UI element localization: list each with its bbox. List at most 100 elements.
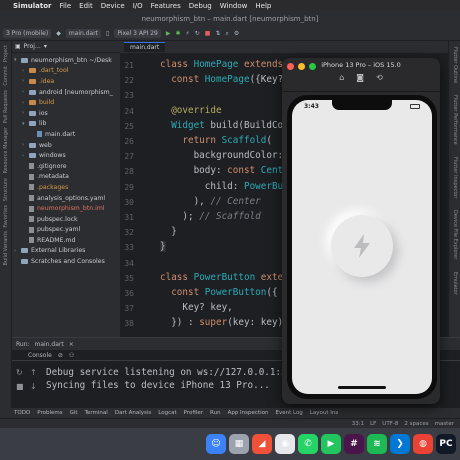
launchpad-icon[interactable]: ▦	[229, 434, 249, 454]
menu-io[interactable]: I/O	[133, 2, 143, 10]
tree-item[interactable]: .gitignore	[12, 161, 120, 172]
run-config-selector[interactable]: main.dart	[65, 29, 102, 38]
status-encoding[interactable]: UTF-8	[382, 421, 398, 427]
hot-restart-icon[interactable]: ↻	[195, 30, 200, 37]
tree-item[interactable]: › ios	[12, 108, 120, 119]
git-icon[interactable]: ⇅	[215, 30, 220, 37]
menu-debug[interactable]: Debug	[189, 2, 212, 10]
tree-item[interactable]: › web	[12, 140, 120, 151]
strip-flutter-outline[interactable]: Flutter Outline	[452, 47, 458, 83]
strip-resource-manager[interactable]: Resource Manager	[3, 127, 9, 173]
tree-item[interactable]: › .dart_tool	[12, 66, 120, 77]
tree-item[interactable]: analysis_options.yaml	[12, 193, 120, 204]
status-line-sep[interactable]: LF	[370, 421, 376, 427]
tree-item[interactable]: .metadata	[12, 172, 120, 183]
settings-icon[interactable]: ⚙	[234, 30, 239, 37]
tw-todo[interactable]: TODO	[14, 410, 30, 416]
menu-features[interactable]: Features	[151, 2, 181, 10]
tree-item[interactable]: › build	[12, 97, 120, 108]
down-arrow-icon[interactable]: ↓	[30, 382, 37, 391]
whatsapp-icon[interactable]: ✆	[298, 434, 318, 454]
tw-profiler[interactable]: Profiler	[184, 410, 203, 416]
tree-item[interactable]: ▾ neumorphism_btn ~/Desk	[12, 55, 120, 66]
strip-pull-requests[interactable]: Pull Requests	[3, 90, 9, 123]
menu-help[interactable]: Help	[255, 2, 271, 10]
chevron-down-icon[interactable]: ▾	[14, 57, 21, 63]
tw-event-log[interactable]: Event Log	[275, 410, 302, 416]
tree-item[interactable]: › External Libraries	[12, 246, 120, 257]
tree-item[interactable]: neumorphism_btn.iml	[12, 203, 120, 214]
tree-item[interactable]: main.dart	[12, 129, 120, 140]
stop-icon[interactable]: ■	[205, 30, 211, 37]
strip-favorites[interactable]: Favorites	[3, 205, 9, 228]
chevron-down-icon[interactable]: ▾	[22, 121, 29, 127]
screenshot-icon[interactable]: ◙	[356, 73, 364, 82]
chevron-right-icon[interactable]: ›	[22, 100, 29, 106]
tw-logcat[interactable]: Logcat	[158, 410, 176, 416]
tw-dart-analysis[interactable]: Dart Analysis	[115, 410, 151, 416]
inspector-icon[interactable]: ⚇	[69, 352, 74, 359]
trash-icon[interactable]: ⊘	[58, 352, 63, 359]
debug-icon[interactable]: ✱	[176, 30, 181, 37]
tree-item[interactable]: › windows	[12, 150, 120, 161]
strip-commit[interactable]: Commit	[3, 66, 9, 86]
home-icon[interactable]: ⌂	[339, 73, 344, 82]
tw-terminal[interactable]: Terminal	[85, 410, 108, 416]
rerun-icon[interactable]: ↻	[16, 368, 23, 377]
console-tab[interactable]: Console	[28, 352, 52, 359]
up-arrow-icon[interactable]: ↑	[30, 368, 37, 377]
facetime-icon[interactable]: ▶	[321, 434, 341, 454]
strip-flutter-performance[interactable]: Flutter Performance	[452, 95, 458, 145]
chevron-right-icon[interactable]: ›	[22, 89, 29, 95]
tab-main-dart[interactable]: main.dart	[124, 42, 166, 52]
home-indicator[interactable]	[338, 386, 386, 389]
hot-reload-icon[interactable]: ⚡	[186, 30, 190, 37]
project-header-label[interactable]: Proj…	[24, 43, 41, 50]
tw-git[interactable]: Git	[70, 410, 78, 416]
tree-item[interactable]: › .idea	[12, 76, 120, 87]
tree-item[interactable]: ▾ lib	[12, 119, 120, 130]
tw-problems[interactable]: Problems	[37, 410, 62, 416]
search-icon[interactable]: ⌕	[225, 30, 228, 38]
tw-layout-inspector[interactable]: Layout Ins	[310, 410, 338, 416]
chrome-icon[interactable]: ◉	[275, 434, 295, 454]
chevron-right-icon[interactable]: ›	[22, 153, 29, 159]
strip-structure[interactable]: Structure	[3, 178, 9, 201]
run-config-tab[interactable]: main.dart	[35, 341, 64, 348]
rotate-icon[interactable]: ⟲	[376, 73, 383, 82]
chevron-right-icon[interactable]: ›	[14, 248, 21, 254]
chevron-right-icon[interactable]: ›	[22, 78, 29, 84]
emulator-selector[interactable]: Pixel 3 API 29	[114, 29, 161, 38]
tree-item[interactable]: pubspec.lock	[12, 214, 120, 225]
chevron-right-icon[interactable]: ›	[22, 110, 29, 116]
tree-item[interactable]: › android [neumorphism_	[12, 87, 120, 98]
status-cursor[interactable]: 33:1	[352, 421, 364, 427]
device-selector[interactable]: 3 Pro (mobile)	[3, 29, 52, 38]
vscode-icon[interactable]: ❯	[390, 434, 410, 454]
console-output[interactable]: Debug service listening on ws://127.0.0.…	[46, 366, 303, 392]
chevron-right-icon[interactable]: ›	[22, 142, 29, 148]
menu-file[interactable]: File	[59, 2, 71, 10]
menu-window[interactable]: Window	[220, 2, 248, 10]
menu-device[interactable]: Device	[101, 2, 125, 10]
finder-icon[interactable]: ☺	[206, 434, 226, 454]
strip-device-file-explorer[interactable]: Device File Explorer	[452, 210, 458, 259]
close-icon[interactable]: ×	[69, 341, 74, 348]
tree-item[interactable]: pubspec.yaml	[12, 225, 120, 236]
browser-icon[interactable]: ◍	[413, 434, 433, 454]
status-branch[interactable]: master	[435, 421, 454, 427]
strip-flutter-inspector[interactable]: Flutter Inspector	[452, 157, 458, 198]
swift-icon[interactable]: ◢	[252, 434, 272, 454]
tw-app-inspection[interactable]: App Inspection	[228, 410, 269, 416]
tree-item[interactable]: Scratches and Consoles	[12, 256, 120, 267]
power-button[interactable]	[331, 215, 393, 277]
tw-run[interactable]: Run	[210, 410, 221, 416]
pycharm-icon[interactable]: PC	[436, 434, 456, 454]
spotify-icon[interactable]: ≋	[367, 434, 387, 454]
iphone-screen[interactable]: 3:43	[292, 100, 432, 394]
strip-project[interactable]: Project	[3, 45, 9, 62]
tree-item[interactable]: .packages	[12, 182, 120, 193]
status-indent[interactable]: 2 spaces	[404, 421, 428, 427]
menu-edit[interactable]: Edit	[79, 2, 93, 10]
slack-icon[interactable]: #	[344, 434, 364, 454]
